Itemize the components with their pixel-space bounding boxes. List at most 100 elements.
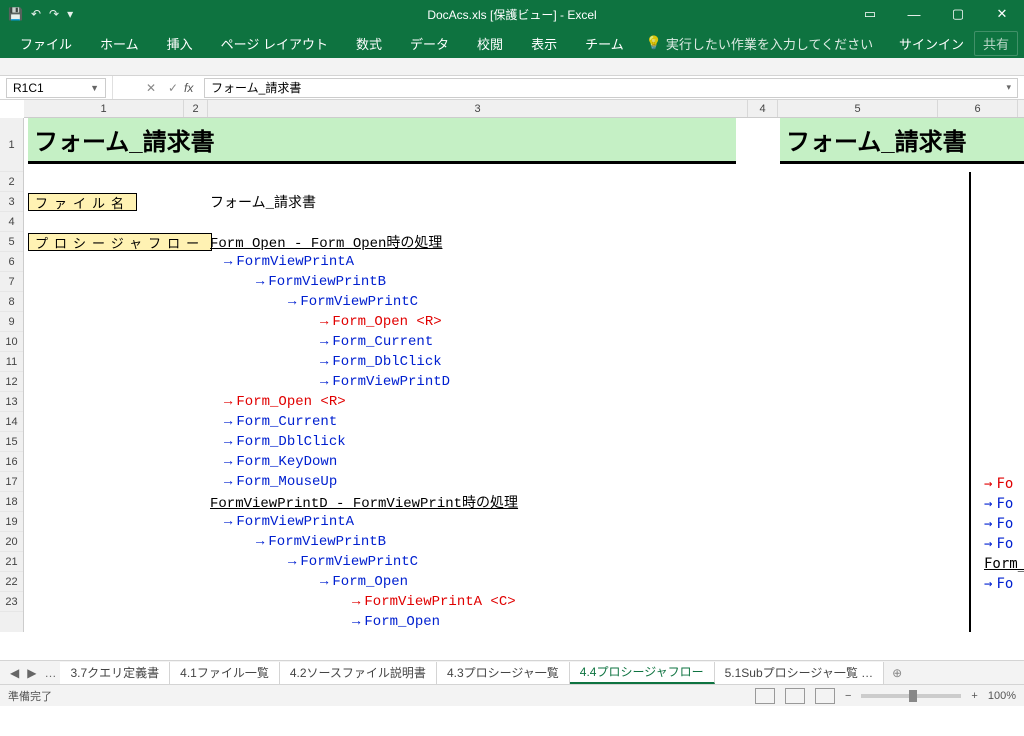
tab-more-icon[interactable]: …	[40, 666, 60, 680]
row-header[interactable]: 19	[0, 512, 23, 532]
row-header[interactable]: 16	[0, 452, 23, 472]
cancel-fx-icon[interactable]: ✕	[140, 81, 162, 95]
row-header[interactable]: 3	[0, 192, 23, 212]
view-layout-icon[interactable]	[785, 688, 805, 704]
enter-fx-icon[interactable]: ✓	[162, 81, 184, 95]
sheet-tab-active[interactable]: 4.4プロシージャフロー	[570, 662, 715, 684]
col-header[interactable]: 5	[778, 100, 938, 117]
row-header[interactable]: 4	[0, 212, 23, 232]
tab-layout[interactable]: ページ レイアウト	[207, 28, 342, 58]
formula-input[interactable]: フォーム_請求書▾	[204, 78, 1018, 98]
tree-item: →Form_KeyDown	[224, 454, 337, 470]
qa-more-icon[interactable]: ▾	[67, 7, 73, 21]
tab-nav-prev-icon[interactable]: ◀	[6, 666, 23, 680]
save-icon[interactable]: 💾	[8, 7, 23, 21]
close-icon[interactable]: ✕	[980, 6, 1024, 22]
col-header[interactable]: 3	[208, 100, 748, 117]
tree-item: →Form_Current	[224, 414, 337, 430]
tab-team[interactable]: チーム	[571, 28, 638, 58]
title-cell-2[interactable]: フォーム_請求書	[780, 118, 1024, 164]
sheet-tabs: ◀ ▶ … 3.7クエリ定義書 4.1ファイル一覧 4.2ソースファイル説明書 …	[0, 660, 1024, 684]
undo-icon[interactable]: ↶	[31, 7, 41, 21]
row-header[interactable]: 11	[0, 352, 23, 372]
tab-view[interactable]: 表示	[517, 28, 571, 58]
row-header[interactable]: 7	[0, 272, 23, 292]
col-header[interactable]: 6	[938, 100, 1018, 117]
worksheet-grid[interactable]: 1 2 3 4 5 6 1 2 3 4 5 6 7 8 9 10 11 12 1…	[0, 100, 1024, 660]
tab-review[interactable]: 校閲	[463, 28, 517, 58]
expand-fx-icon[interactable]: ▾	[1006, 82, 1011, 93]
col-header[interactable]: 2	[184, 100, 208, 117]
title-cell[interactable]: フォーム_請求書	[28, 118, 736, 164]
row-header[interactable]: 10	[0, 332, 23, 352]
tree-item-recursive: →Form_Open <R>	[320, 314, 442, 330]
row-header[interactable]: 1	[0, 118, 23, 172]
col-header[interactable]: 1	[24, 100, 184, 117]
tree-item: →FormViewPrintA	[224, 514, 354, 530]
zoom-slider[interactable]	[861, 694, 961, 698]
maximize-icon[interactable]: ▢	[936, 6, 980, 22]
tab-file[interactable]: ファイル	[6, 28, 86, 58]
row-header[interactable]: 20	[0, 532, 23, 552]
row-header[interactable]: 14	[0, 412, 23, 432]
row-header[interactable]: 5	[0, 232, 23, 252]
tree-item-recursive: →Form_Open <R>	[224, 394, 346, 410]
sheet-tab[interactable]: 4.3プロシージャ一覧	[437, 662, 570, 684]
zoom-in-icon[interactable]: +	[971, 690, 977, 702]
new-sheet-icon[interactable]: ⊕	[884, 666, 910, 680]
redo-icon[interactable]: ↷	[49, 7, 59, 21]
column-headers[interactable]: 1 2 3 4 5 6	[24, 100, 1024, 118]
view-normal-icon[interactable]	[755, 688, 775, 704]
tree-item: →Form_DblClick	[320, 354, 442, 370]
row-header[interactable]: 6	[0, 252, 23, 272]
flow-header: FormViewPrintD - FormViewPrint時の処理	[210, 492, 518, 512]
sheet-tab[interactable]: 5.1Subプロシージャ一覧 …	[715, 662, 885, 684]
row-header[interactable]: 17	[0, 472, 23, 492]
minimize-icon[interactable]: —	[892, 7, 936, 22]
ribbon-tabs: ファイル ホーム 挿入 ページ レイアウト 数式 データ 校閲 表示 チーム 💡…	[0, 28, 1024, 58]
tree-item: →Form_DblClick	[224, 434, 346, 450]
row-header[interactable]: 18	[0, 492, 23, 512]
tab-formulas[interactable]: 数式	[342, 28, 396, 58]
row-header[interactable]: 15	[0, 432, 23, 452]
titlebar: 💾 ↶ ↷ ▾ DocAcs.xls [保護ビュー] - Excel ▭ — ▢…	[0, 0, 1024, 28]
label-filename: ファイル名	[28, 193, 137, 211]
zoom-value[interactable]: 100%	[988, 690, 1016, 702]
tell-me-search[interactable]: 💡実行したい作業を入力してください	[646, 34, 873, 53]
chevron-down-icon[interactable]: ▼	[90, 83, 99, 93]
signin-link[interactable]: サインイン	[899, 34, 964, 53]
row-header[interactable]: 9	[0, 312, 23, 332]
cells-area[interactable]: フォーム_請求書 フォーム_請求書 ファイル名 フォーム_請求書 プロシージャフロ…	[24, 118, 1024, 632]
tab-nav-next-icon[interactable]: ▶	[23, 666, 40, 680]
row-header[interactable]: 21	[0, 552, 23, 572]
formula-bar: R1C1▼ ✕ ✓ fx フォーム_請求書▾	[0, 76, 1024, 100]
ribbon-collapsed-area	[0, 58, 1024, 76]
sheet-tab[interactable]: 4.2ソースファイル説明書	[280, 662, 437, 684]
row-headers[interactable]: 1 2 3 4 5 6 7 8 9 10 11 12 13 14 15 16 1…	[0, 118, 24, 632]
tab-home[interactable]: ホーム	[86, 28, 153, 58]
tree-item: →FormViewPrintD	[320, 374, 450, 390]
cell-text: フォーム_請求書	[210, 192, 316, 212]
tab-insert[interactable]: 挿入	[153, 28, 207, 58]
row-header[interactable]: 2	[0, 172, 23, 192]
fx-icon[interactable]: fx	[184, 81, 204, 95]
label-flow: プロシージャフロー	[28, 233, 212, 251]
row-header[interactable]: 8	[0, 292, 23, 312]
tab-data[interactable]: データ	[396, 28, 463, 58]
sheet-tab[interactable]: 3.7クエリ定義書	[60, 662, 170, 684]
row-header[interactable]: 12	[0, 372, 23, 392]
col-header[interactable]: 4	[748, 100, 778, 117]
name-box[interactable]: R1C1▼	[6, 78, 106, 98]
row-header[interactable]: 22	[0, 572, 23, 592]
ribbon-options-icon[interactable]: ▭	[848, 6, 892, 22]
zoom-out-icon[interactable]: −	[845, 690, 851, 702]
status-ready: 準備完了	[8, 688, 52, 704]
tree-item: →FormViewPrintC	[288, 294, 418, 310]
share-button[interactable]: 共有	[974, 31, 1018, 56]
sheet-tab[interactable]: 4.1ファイル一覧	[170, 662, 280, 684]
flow-header: Form_Open - Form_Open時の処理	[210, 232, 442, 252]
row-header[interactable]: 23	[0, 592, 23, 612]
row-header[interactable]: 13	[0, 392, 23, 412]
view-break-icon[interactable]	[815, 688, 835, 704]
bulb-icon: 💡	[646, 35, 662, 51]
